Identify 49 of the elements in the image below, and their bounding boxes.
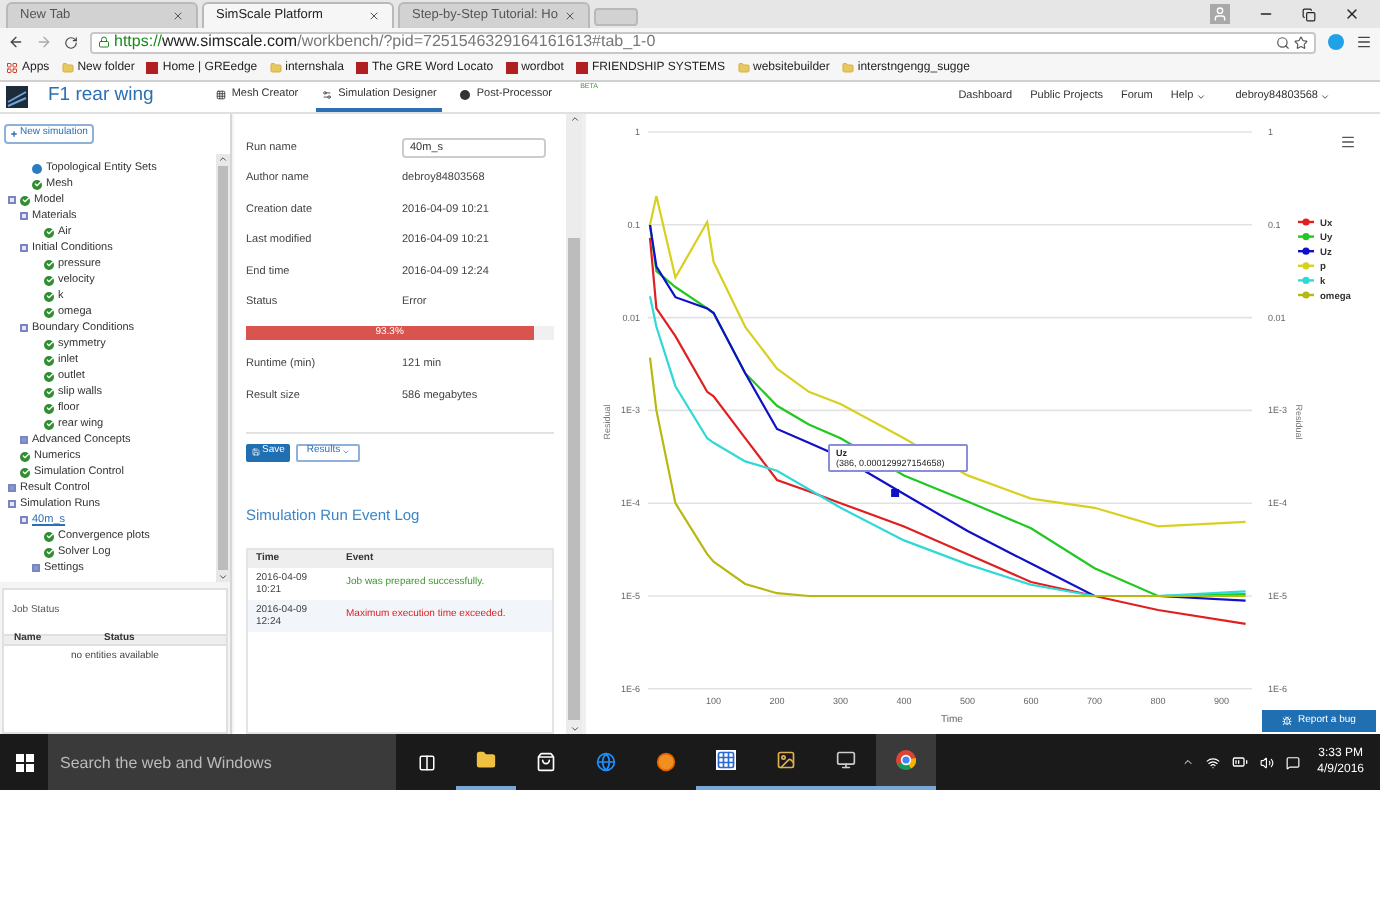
scrollbar[interactable] (566, 114, 582, 734)
arrow-up-icon[interactable] (569, 114, 579, 124)
save-icon (252, 448, 260, 456)
collapse-icon[interactable] (8, 196, 16, 204)
folder-icon (269, 62, 282, 74)
search-field[interactable]: Search the web and Windows (48, 734, 396, 790)
folder-icon (61, 62, 74, 74)
menu-icon[interactable] (1356, 34, 1372, 50)
folder-icon (841, 62, 854, 74)
point-marker-icon (891, 489, 900, 497)
plus-icon (10, 130, 18, 138)
chevron-up-icon[interactable] (1181, 756, 1194, 768)
apps-icon (6, 62, 18, 74)
arrow-up-icon[interactable] (218, 154, 228, 164)
collapse-icon[interactable] (20, 212, 28, 220)
lock-icon (98, 36, 110, 48)
site-icon (575, 62, 588, 74)
logo-icon (6, 86, 28, 108)
network-icon[interactable] (1205, 755, 1220, 769)
site-icon (505, 62, 518, 74)
collapse-icon[interactable] (20, 324, 28, 332)
address-field[interactable]: https://www.simscale.com/workbench/?pid=7251546329164161613#tab_1-0 (90, 31, 1316, 53)
close-icon[interactable] (368, 10, 380, 22)
bug-icon (1282, 716, 1293, 726)
folder-icon (737, 62, 750, 74)
url-text: https://www.simscale.com/workbench/?pid=7251546329164161613#tab_1-0 (114, 30, 656, 54)
caret-icon (1320, 92, 1330, 102)
close-icon[interactable] (1344, 6, 1360, 22)
back-icon[interactable] (8, 34, 24, 50)
notification-icon[interactable] (1285, 755, 1300, 769)
collapse-icon[interactable] (8, 500, 16, 508)
project-title: F1 rear wing (48, 82, 154, 111)
arrow-down-icon[interactable] (569, 724, 579, 734)
scrollbar[interactable] (216, 154, 230, 582)
collapse-icon[interactable] (20, 516, 28, 524)
menu-icon[interactable] (1340, 134, 1356, 150)
arrow-down-icon[interactable] (218, 572, 228, 582)
gears-icon (322, 90, 333, 100)
zoom-icon[interactable] (1276, 35, 1290, 49)
restore-icon[interactable] (1302, 7, 1316, 21)
star-icon[interactable] (1294, 35, 1308, 49)
collapse-icon[interactable] (20, 244, 28, 252)
grid-icon (215, 90, 226, 100)
volume-icon[interactable] (1259, 755, 1274, 769)
site-icon (355, 62, 368, 74)
windows-logo-icon (15, 753, 33, 771)
site-icon (146, 62, 159, 74)
battery-icon[interactable] (1231, 754, 1248, 770)
reload-icon[interactable] (64, 35, 78, 49)
